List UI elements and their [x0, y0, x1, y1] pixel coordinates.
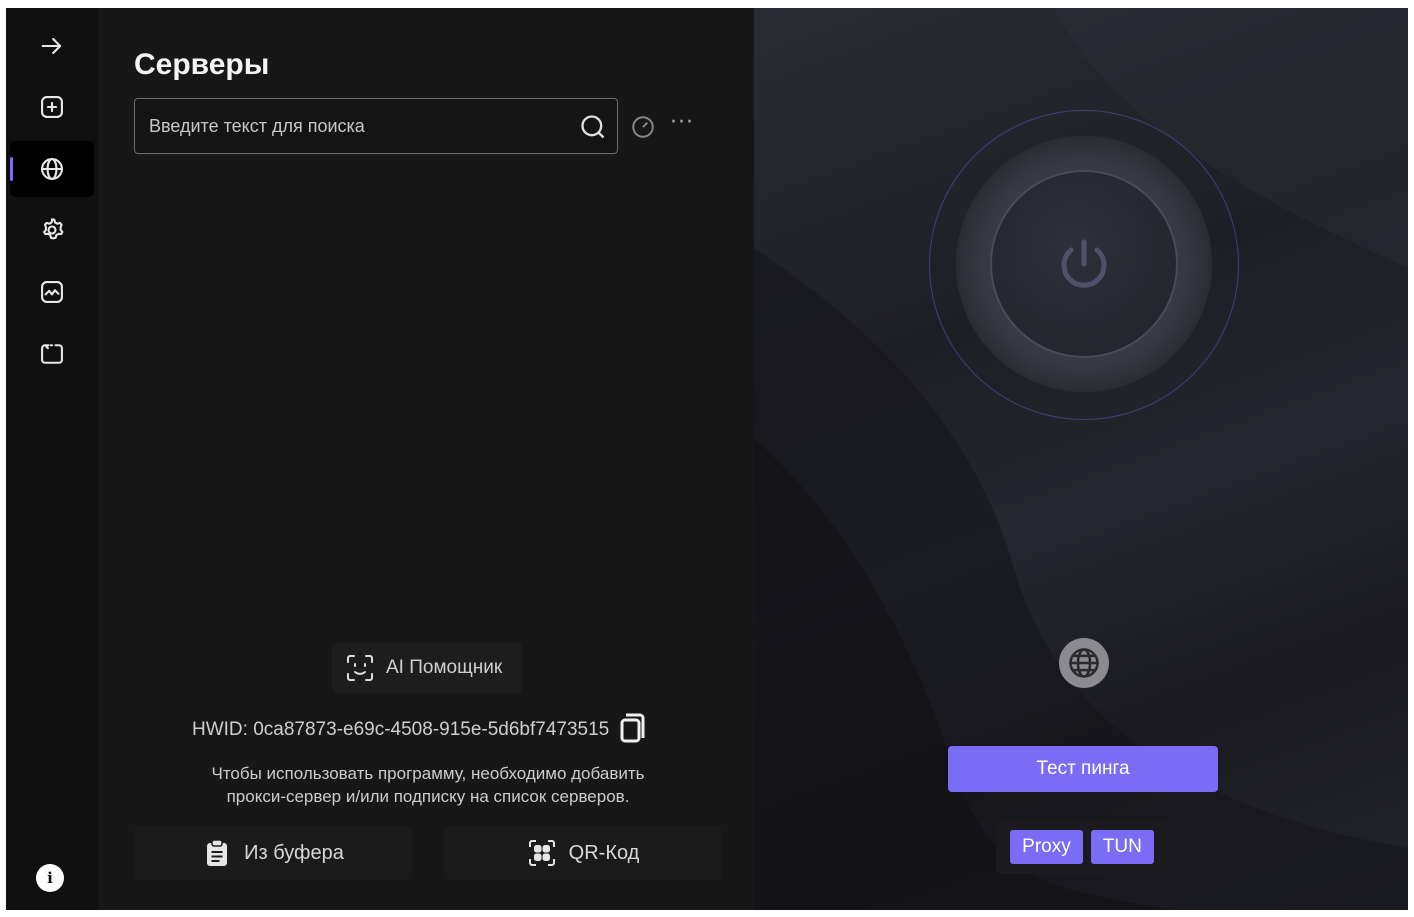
chart-icon	[41, 281, 63, 303]
hwid-row: HWID: 0ca87873-e69c-4508-915e-5d6bf74735…	[192, 712, 649, 748]
location-globe-icon	[1059, 638, 1109, 688]
terminal-icon	[41, 344, 63, 364]
hint-line-2: прокси-сервер и/или подписку на список с…	[226, 787, 630, 806]
power-button[interactable]	[990, 170, 1178, 358]
gear-icon	[43, 218, 64, 240]
speedometer-icon[interactable]	[630, 114, 656, 140]
sidebar-item-collapse[interactable]	[10, 18, 94, 74]
mode-tun-button[interactable]: TUN	[1090, 830, 1154, 864]
hint-line-1: Чтобы использовать программу, необходимо…	[211, 764, 645, 783]
sidebar-item-settings[interactable]	[10, 202, 94, 258]
info-icon[interactable]: i	[36, 864, 64, 892]
ping-test-button[interactable]: Тест пинга	[948, 746, 1218, 792]
copy-icon[interactable]	[617, 710, 649, 750]
face-scan-icon	[347, 655, 373, 681]
globe-icon	[41, 158, 63, 180]
app-window: i Серверы ··· AI Помощник HWID: 0ca87873…	[6, 8, 1408, 910]
sidebar-item-servers[interactable]	[10, 141, 94, 197]
hwid-value: HWID: 0ca87873-e69c-4508-915e-5d6bf74735…	[192, 719, 610, 740]
search-icon[interactable]	[579, 113, 607, 141]
sidebar-item-logs[interactable]	[10, 326, 94, 382]
clipboard-icon	[207, 839, 228, 866]
ai-assistant-label: AI Помощник	[386, 657, 503, 678]
arrow-right-icon	[41, 37, 62, 55]
sidebar: i	[6, 8, 98, 910]
mode-proxy-button[interactable]: Proxy	[1010, 830, 1083, 864]
add-square-icon	[41, 96, 63, 118]
ai-assistant-button[interactable]: AI Помощник	[332, 642, 522, 694]
empty-state-hint: Чтобы использовать программу, необходимо…	[134, 762, 722, 808]
connection-panel: Тест пинга Proxy TUN	[754, 8, 1408, 910]
import-qr-button[interactable]: QR-Код	[444, 826, 722, 880]
sidebar-item-add[interactable]	[10, 79, 94, 135]
search-input[interactable]	[149, 111, 569, 141]
page-title: Серверы	[134, 48, 270, 81]
sidebar-item-stats[interactable]	[10, 264, 94, 320]
search-box[interactable]	[134, 98, 618, 154]
more-options-button[interactable]: ···	[670, 112, 698, 138]
qr-scan-icon	[528, 840, 555, 866]
import-clipboard-button[interactable]: Из буфера	[134, 826, 412, 880]
clipboard-label: Из буфера	[244, 841, 344, 864]
servers-panel: Серверы ··· AI Помощник HWID: 0ca87873-e…	[98, 8, 754, 910]
power-icon	[1061, 239, 1107, 288]
qr-label: QR-Код	[568, 841, 640, 864]
mode-switch: Proxy TUN	[996, 820, 1168, 874]
